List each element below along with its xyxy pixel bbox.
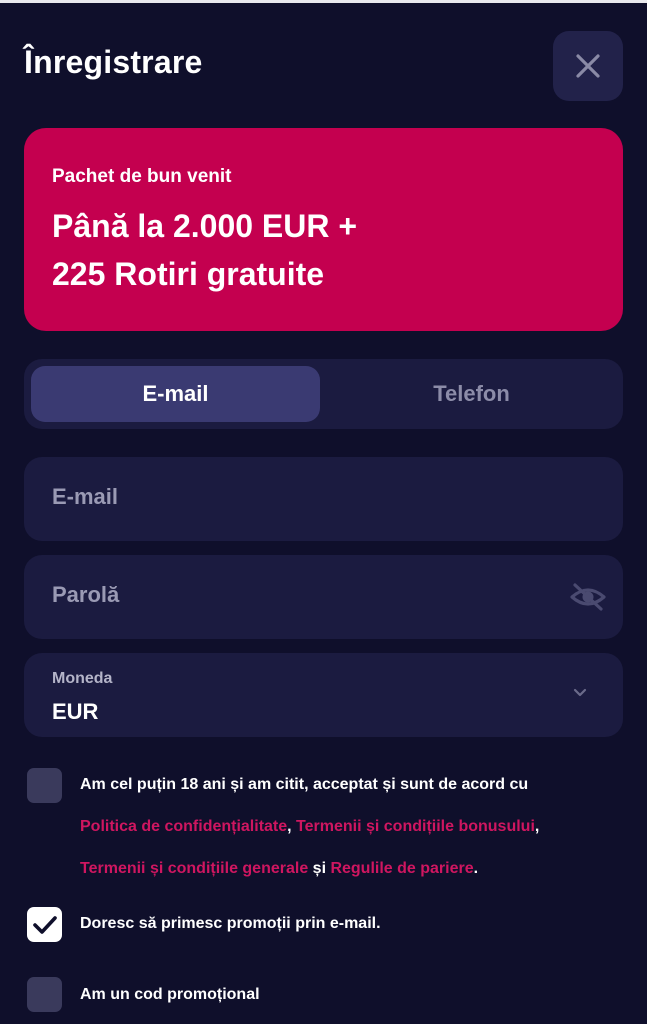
promo-code-label: Am un cod promoțional [80,986,260,1003]
promo-email-checkbox[interactable] [27,907,62,942]
betting-rules-link[interactable]: Regulile de pariere [330,860,473,877]
consent-and: și [308,860,331,877]
password-placeholder: Parolă [52,582,120,607]
consent-separator-comma-2: , [534,818,540,835]
chevron-down-icon [573,688,587,697]
page-title: Înregistrare [24,44,203,80]
promo-code-checkbox[interactable] [27,977,62,1012]
eye-off-icon[interactable] [569,582,607,612]
bonus-terms-link[interactable]: Termenii și condițiile bonusului [296,818,535,835]
registration-method-tabs: E-mail Telefon [24,359,623,429]
currency-value: EUR [52,699,99,724]
close-icon [576,54,600,78]
email-placeholder: E-mail [52,484,119,509]
consent-text-line2: Politica de confidențialitate, Termenii … [80,818,539,836]
banner-headline-line1: Până la 2.000 EUR + [52,208,358,244]
checkmark-icon [32,915,57,934]
privacy-policy-link[interactable]: Politica de confidențialitate [80,818,287,835]
banner-headline: Până la 2.000 EUR + 225 Rotiri gratuite [52,202,357,298]
banner-headline-line2: 225 Rotiri gratuite [52,256,325,292]
promo-email-label: Doresc să primesc promoții prin e-mail. [80,915,381,932]
password-field[interactable]: Parolă [24,555,623,639]
email-field[interactable]: E-mail [24,457,623,541]
age-terms-checkbox[interactable] [27,768,62,803]
tab-phone[interactable]: Telefon [327,366,616,422]
banner-subtitle: Pachet de bun venit [52,166,232,187]
consent-separator-comma: , [287,818,297,835]
welcome-bonus-banner: Pachet de bun venit Până la 2.000 EUR + … [24,128,623,331]
currency-label: Moneda [52,670,113,687]
consent-text-line3: Termenii și condițiile generale și Regul… [80,860,478,878]
consent-period: . [473,860,479,877]
close-button[interactable] [553,31,623,101]
top-divider [0,0,647,3]
tab-email[interactable]: E-mail [31,366,320,422]
currency-select[interactable]: Moneda EUR [24,653,623,737]
consent-text-line1: Am cel puțin 18 ani și am citit, accepta… [80,776,529,793]
general-terms-link[interactable]: Termenii și condițiile generale [80,860,308,877]
